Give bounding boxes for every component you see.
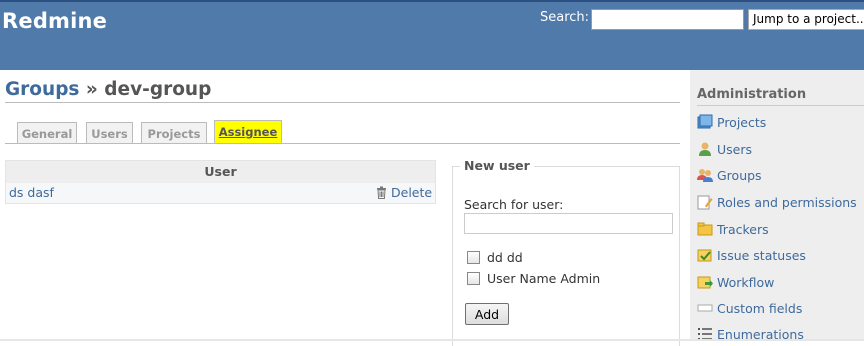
checkbox[interactable]	[467, 250, 480, 264]
jump-to-project-select[interactable]: Jump to a project...	[748, 9, 864, 30]
projects-icon	[697, 114, 713, 129]
trash-icon	[377, 186, 386, 199]
breadcrumb-current: dev-group	[104, 79, 212, 100]
table-row: ds dasf Delete	[6, 183, 435, 203]
tab-users[interactable]: Users	[86, 122, 133, 144]
sidebar-item-label: Users	[717, 141, 753, 157]
tabs-divider	[5, 143, 680, 144]
add-button[interactable]: Add	[465, 303, 509, 325]
sidebar-item-roles[interactable]: Roles and permissions	[697, 193, 857, 211]
sidebar-title: Administration	[697, 87, 807, 102]
tab-label: General	[21, 126, 73, 141]
group-icon	[697, 169, 713, 182]
sidebar-item-label: Roles and permissions	[717, 194, 857, 210]
breadcrumb-separator: »	[79, 79, 105, 100]
search-label: Search:	[540, 10, 590, 25]
top-header: Redmine Search: Jump to a project...	[0, 0, 864, 70]
workflow-icon	[697, 276, 713, 289]
tab-label: Users	[91, 126, 128, 141]
custom-fields-icon	[697, 304, 713, 312]
sidebar-item-label: Workflow	[717, 274, 775, 290]
user-link[interactable]: ds dasf	[9, 183, 54, 203]
new-user-legend: New user	[460, 158, 534, 173]
sidebar-item-users[interactable]: Users	[697, 140, 752, 158]
user-icon	[699, 142, 711, 156]
delete-link[interactable]: Delete	[375, 183, 432, 203]
sidebar-item-label: Issue statuses	[717, 247, 806, 263]
sidebar-item-groups[interactable]: Groups	[697, 166, 762, 184]
issue-status-icon	[697, 249, 712, 262]
tab-projects[interactable]: Projects	[141, 122, 207, 144]
title-divider	[5, 102, 680, 103]
roles-icon	[697, 195, 713, 210]
app-title[interactable]: Redmine	[2, 9, 107, 33]
search-input[interactable]	[591, 9, 744, 30]
breadcrumb-groups-link[interactable]: Groups	[5, 79, 79, 100]
candidate-dd-dd[interactable]: dd dd	[467, 249, 523, 265]
sidebar-item-workflow[interactable]: Workflow	[697, 273, 774, 291]
page-title: Groups » dev-group	[5, 79, 211, 100]
sidebar-divider	[697, 105, 864, 106]
sidebar-item-custom-fields[interactable]: Custom fields	[697, 299, 802, 317]
sidebar-item-issue-statuses[interactable]: Issue statuses	[697, 246, 806, 264]
tab-assignee[interactable]: Assignee	[214, 120, 282, 144]
sidebar-item-projects[interactable]: Projects	[697, 113, 766, 131]
tab-general[interactable]: General	[17, 122, 77, 144]
search-user-input[interactable]	[464, 213, 673, 234]
candidate-user-name-admin[interactable]: User Name Admin	[467, 270, 600, 286]
tracker-icon	[697, 222, 713, 236]
sidebar-item-label: Custom fields	[717, 300, 803, 316]
search-user-label: Search for user:	[464, 197, 564, 212]
members-table: User ds dasf Delete	[5, 160, 436, 204]
tab-label: Assignee	[218, 125, 278, 139]
tab-label: Projects	[147, 126, 201, 141]
sidebar-item-trackers[interactable]: Trackers	[697, 220, 769, 238]
delete-label: Delete	[391, 185, 433, 200]
sidebar-item-label: Projects	[717, 114, 767, 130]
candidate-label: dd dd	[487, 249, 523, 265]
sidebar-item-label: Groups	[717, 167, 762, 183]
checkbox[interactable]	[467, 271, 480, 285]
sidebar-item-label: Trackers	[717, 221, 769, 237]
candidate-label: User Name Admin	[487, 270, 601, 286]
column-header-user: User	[6, 161, 435, 183]
